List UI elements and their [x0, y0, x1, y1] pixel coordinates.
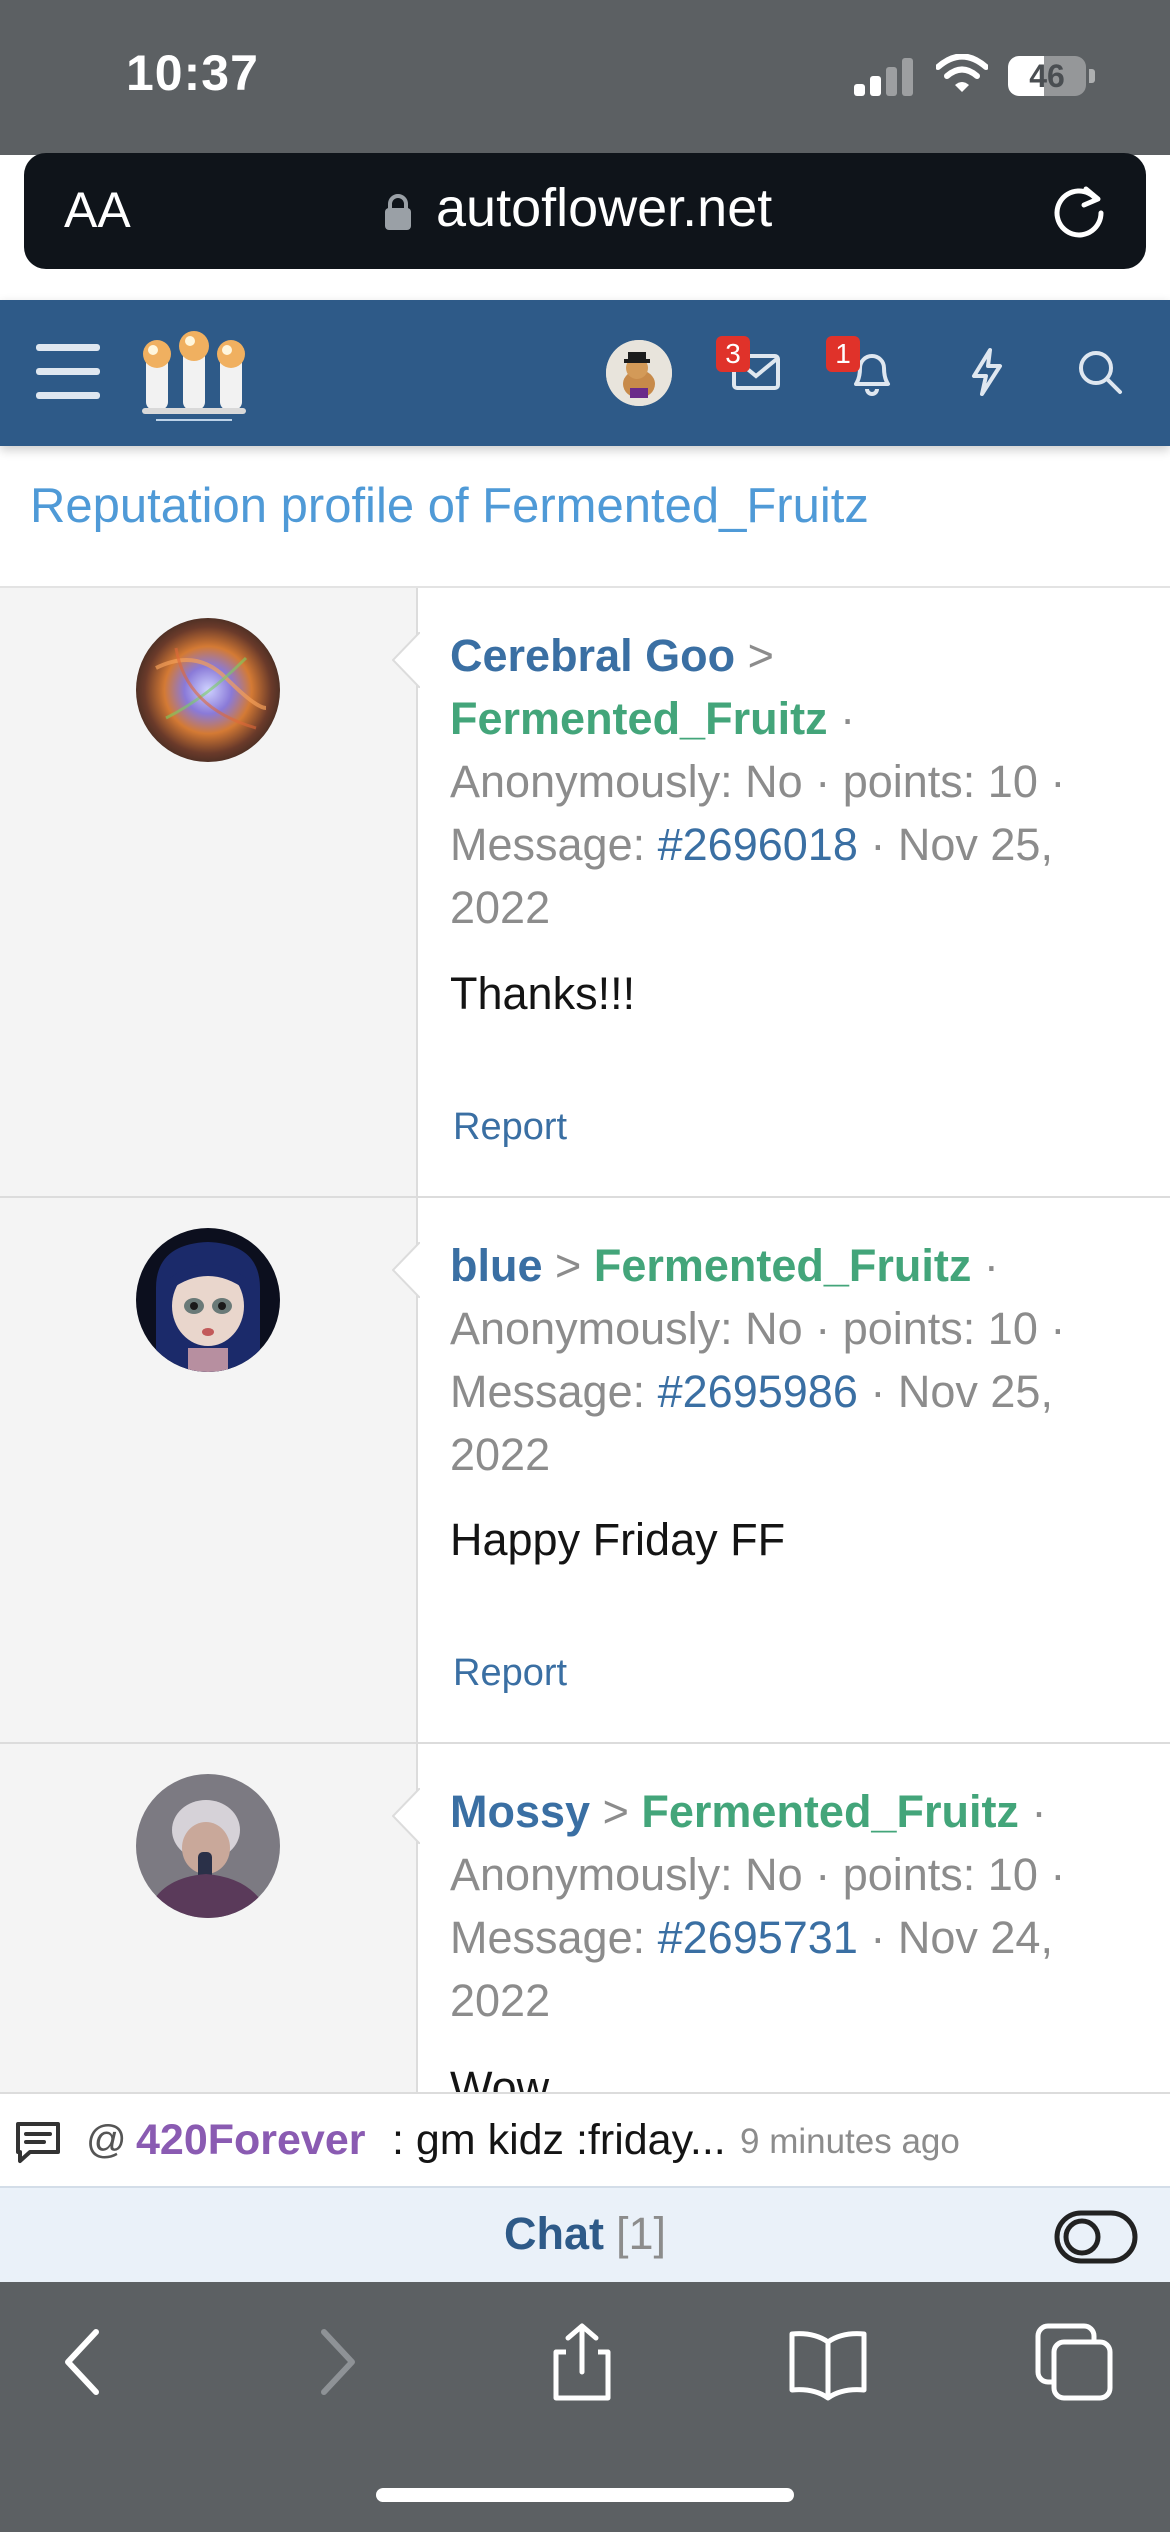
receiver-link[interactable]: Fermented_Fruitz [594, 1240, 972, 1291]
menu-icon[interactable] [36, 344, 100, 400]
separator: > [602, 1786, 629, 1837]
bolt-icon[interactable] [956, 342, 1016, 402]
chat-latest-user[interactable]: 420Forever [136, 2116, 366, 2165]
toggle-icon[interactable] [1054, 2210, 1138, 2264]
search-icon[interactable] [1070, 342, 1130, 402]
entry-avatar-column [0, 588, 418, 1196]
message-label: Message: [450, 1366, 646, 1417]
chat-label[interactable]: Chat [504, 2208, 604, 2260]
chat-icon [16, 2122, 60, 2163]
sender-link[interactable]: Mossy [450, 1786, 590, 1837]
dot-separator: · [1050, 1849, 1066, 1900]
points-label: points: 10 [842, 756, 1038, 807]
entry-meta: Mossy > Fermented_Fruitz · Anonymously: … [450, 1780, 1140, 2032]
address-bar[interactable]: AA autoflower.net [24, 153, 1146, 269]
status-bar: 10:37 46 AA autoflower.net [0, 0, 1170, 269]
dot-separator: · [840, 693, 856, 744]
forward-icon[interactable] [296, 2322, 376, 2402]
dot-separator: · [1050, 1303, 1066, 1354]
dot-separator: · [870, 819, 886, 870]
user-avatar[interactable] [606, 340, 672, 406]
anonymous-label: Anonymously: No [450, 1303, 803, 1354]
battery-icon: 46 [1008, 56, 1086, 96]
reputation-entry: blue > Fermented_Fruitz · Anonymously: N… [0, 1198, 1170, 1744]
battery-cap [1089, 69, 1095, 83]
avatar-mossy[interactable] [136, 1774, 280, 1918]
back-icon[interactable] [44, 2322, 124, 2402]
home-indicator[interactable] [376, 2488, 794, 2502]
site-header: 3 1 [0, 300, 1170, 446]
points-label: points: 10 [842, 1303, 1038, 1354]
lock-icon [385, 194, 411, 230]
chat-latest-text: : gm kidz :friday... [392, 2116, 726, 2164]
avatar-cerebral-goo[interactable] [136, 618, 280, 762]
battery-percent: 46 [1029, 58, 1065, 94]
message-link[interactable]: #2696018 [658, 819, 858, 870]
alerts-badge: 1 [826, 336, 860, 372]
dot-separator: · [983, 1240, 999, 1291]
entry-avatar-column [0, 1744, 418, 2144]
entry-meta: blue > Fermented_Fruitz · Anonymously: N… [450, 1234, 1140, 1486]
dot-separator: · [1050, 756, 1066, 807]
dot-separator: · [870, 1366, 886, 1417]
chat-latest-time: 9 minutes ago [740, 2122, 960, 2161]
message-label: Message: [450, 819, 646, 870]
entry-message: Thanks!!! [450, 968, 636, 1019]
avatar-blue[interactable] [136, 1228, 280, 1372]
reputation-entry: Cerebral Goo > Fermented_Fruitz · Anonym… [0, 588, 1170, 1198]
bookmarks-icon[interactable] [788, 2322, 868, 2402]
site-logo[interactable] [136, 326, 252, 426]
messages-badge: 3 [716, 336, 750, 372]
speech-arrow [392, 1242, 420, 1298]
dot-separator: · [1031, 1786, 1047, 1837]
reputation-entry: Mossy > Fermented_Fruitz · Anonymously: … [0, 1744, 1170, 2144]
points-label: points: 10 [842, 1849, 1038, 1900]
receiver-link[interactable]: Fermented_Fruitz [450, 693, 828, 744]
report-link[interactable]: Report [453, 1652, 567, 1695]
chat-preview[interactable]: @ 420Forever : gm kidz :friday... 9 minu… [0, 2092, 1170, 2186]
chat-count: [1] [616, 2208, 667, 2259]
speech-arrow [392, 632, 420, 688]
share-icon[interactable] [542, 2322, 622, 2402]
message-link[interactable]: #2695731 [658, 1912, 858, 1963]
chat-bar[interactable]: Chat [1] [0, 2186, 1170, 2282]
signal-icon [854, 58, 914, 96]
dot-separator: · [815, 1303, 831, 1354]
dot-separator: · [815, 1849, 831, 1900]
message-label: Message: [450, 1912, 646, 1963]
entry-message: Happy Friday FF [450, 1514, 786, 1565]
speech-arrow [392, 1788, 420, 1844]
separator: > [555, 1240, 582, 1291]
text-size-button[interactable]: AA [64, 181, 131, 239]
wifi-icon [936, 54, 988, 92]
reload-icon[interactable] [1048, 179, 1110, 241]
receiver-link[interactable]: Fermented_Fruitz [641, 1786, 1019, 1837]
anonymous-label: Anonymously: No [450, 756, 803, 807]
sender-link[interactable]: blue [450, 1240, 543, 1291]
chat-at-symbol: @ [86, 2118, 127, 2162]
tabs-icon[interactable] [1034, 2322, 1114, 2402]
sender-link[interactable]: Cerebral Goo [450, 630, 735, 681]
separator: > [747, 630, 774, 681]
message-link[interactable]: #2695986 [658, 1366, 858, 1417]
entry-avatar-column [0, 1198, 418, 1742]
status-time: 10:37 [126, 45, 259, 101]
url-text: autoflower.net [436, 178, 773, 238]
entry-meta: Cerebral Goo > Fermented_Fruitz · Anonym… [450, 624, 1140, 939]
anonymous-label: Anonymously: No [450, 1849, 803, 1900]
page-title: Reputation profile of Fermented_Fruitz [30, 479, 869, 533]
dot-separator: · [870, 1912, 886, 1963]
report-link[interactable]: Report [453, 1106, 567, 1149]
dot-separator: · [815, 756, 831, 807]
